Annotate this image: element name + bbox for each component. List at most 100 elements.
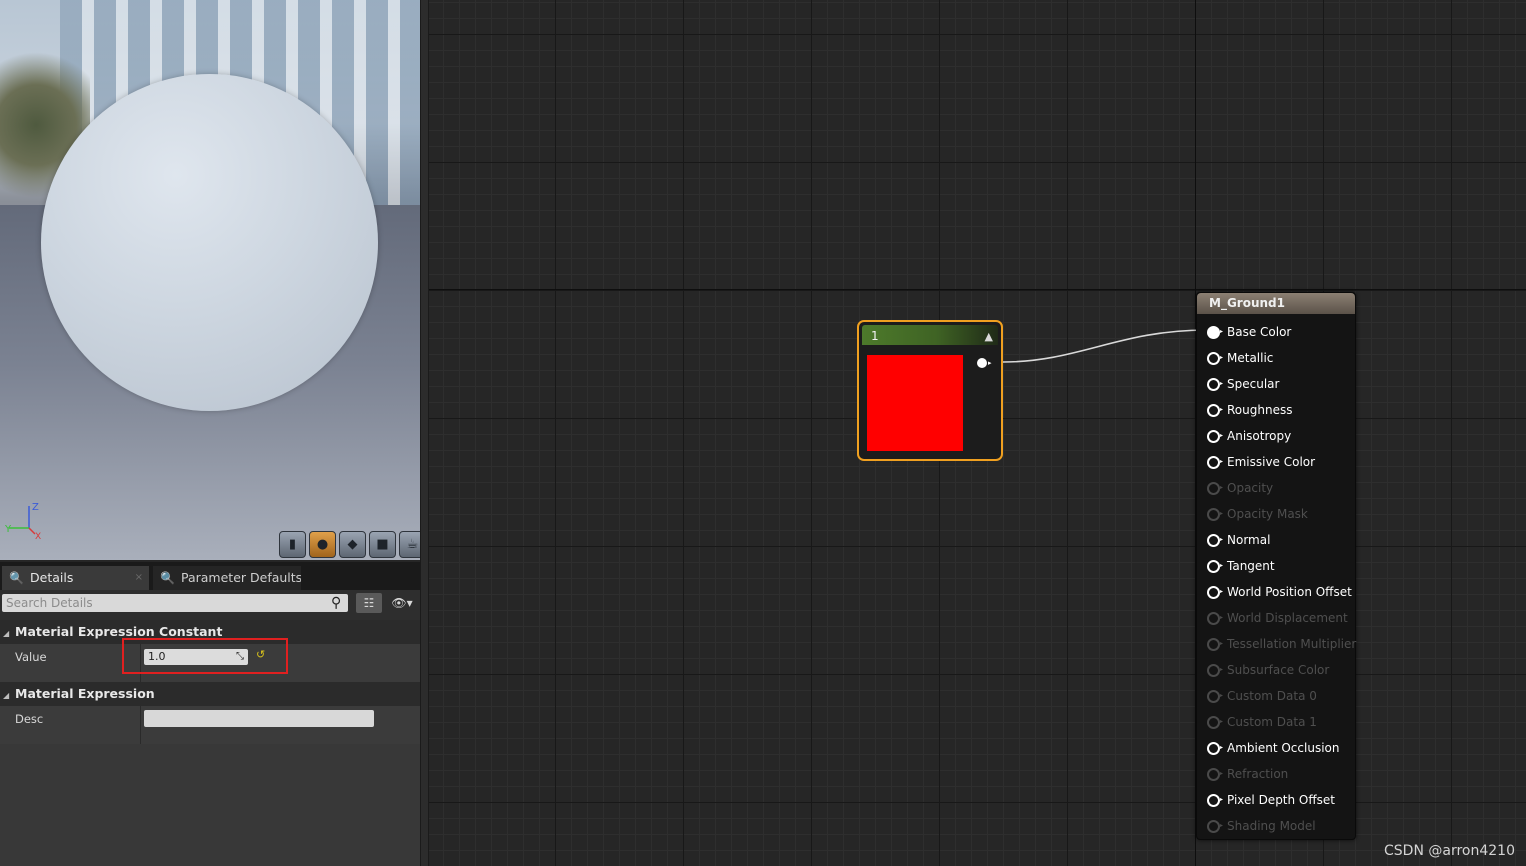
desc-text-input[interactable]	[144, 710, 374, 727]
pin-circle-icon[interactable]	[1207, 768, 1220, 781]
pin-label: Anisotropy	[1227, 429, 1292, 443]
material-result-node[interactable]: M_Ground1 ▸ Base Color ▸ Metallic ▸ Specular ▸…	[1196, 292, 1356, 840]
details-search-row: Search Details ⚲ ☷ 👁▾	[0, 590, 420, 620]
cylinder-preview-button[interactable]: ▮	[279, 531, 306, 558]
property-label-desc: Desc	[15, 712, 44, 726]
pin-arrow-icon: ▸	[1220, 354, 1224, 361]
pin-arrow-icon: ▸	[1220, 822, 1224, 829]
material-node-title: M_Ground1	[1209, 296, 1285, 310]
close-tab-icon[interactable]: ×	[135, 566, 143, 590]
tab-parameter-defaults[interactable]: 🔍 Parameter Defaults	[153, 566, 301, 590]
pin-arrow-icon: ▸	[1220, 328, 1224, 335]
category-material-expression[interactable]: ◢ Material Expression	[0, 682, 420, 706]
constant-node-header[interactable]	[862, 325, 998, 345]
pin-circle-icon[interactable]	[1207, 404, 1220, 417]
pin-arrow-icon: ▸	[1220, 666, 1224, 673]
pin-arrow-icon: ▸	[1220, 588, 1224, 595]
details-magnifier-icon: 🔍	[9, 571, 24, 585]
pin-label: Normal	[1227, 533, 1271, 547]
axis-x-label: X	[35, 532, 41, 540]
pin-arrow-icon: ▸	[1220, 432, 1224, 439]
output-pin-arrow-icon: ▸	[988, 359, 992, 367]
pin-arrow-icon: ▸	[1220, 692, 1224, 699]
pin-circle-icon[interactable]	[1207, 716, 1220, 729]
pin-label: Refraction	[1227, 767, 1289, 781]
pin-arrow-icon: ▸	[1220, 770, 1224, 777]
pin-circle-icon[interactable]	[1207, 820, 1220, 833]
pin-label: Emissive Color	[1227, 455, 1316, 469]
pin-label: World Displacement	[1227, 611, 1348, 625]
pin-label: Ambient Occlusion	[1227, 741, 1340, 755]
pin-label: Base Color	[1227, 325, 1292, 339]
sphere-icon: ●	[316, 537, 329, 552]
pin-circle-icon[interactable]	[1207, 352, 1220, 365]
collapse-arrow-icon: ◢	[3, 629, 10, 638]
cube-icon: ■	[376, 537, 389, 552]
pin-circle-icon[interactable]	[1207, 664, 1220, 677]
pin-arrow-icon: ▸	[1220, 484, 1224, 491]
pin-circle-icon[interactable]	[1207, 560, 1220, 573]
annotation-highlight-box	[122, 638, 288, 674]
pin-arrow-icon: ▸	[1220, 796, 1224, 803]
pin-circle-icon[interactable]	[1207, 326, 1220, 339]
pin-label: Custom Data 1	[1227, 715, 1317, 729]
pin-circle-icon[interactable]	[1207, 482, 1220, 495]
pin-arrow-icon: ▸	[1220, 640, 1224, 647]
pin-circle-icon[interactable]	[1207, 508, 1220, 521]
teapot-preview-button[interactable]: ☕	[399, 531, 420, 558]
cube-preview-button[interactable]: ■	[369, 531, 396, 558]
pin-circle-icon[interactable]	[1207, 378, 1220, 391]
tab-details-label: Details	[30, 570, 74, 585]
pin-circle-icon[interactable]	[1207, 794, 1220, 807]
constant-node-title: 1	[871, 329, 879, 343]
tab-parameter-defaults-label: Parameter Defaults	[181, 570, 301, 585]
details-panel: 🔍 Details × 🔍 Parameter Defaults Search …	[0, 562, 420, 866]
search-details-input[interactable]: Search Details ⚲	[2, 594, 348, 612]
pin-arrow-icon: ▸	[1220, 718, 1224, 725]
constant-color-preview	[867, 355, 963, 451]
preview-shape-toolbar: ▮ ● ◆ ■ ☕	[279, 531, 420, 558]
column-divider[interactable]	[140, 706, 141, 744]
sphere-preview-button[interactable]: ●	[309, 531, 336, 558]
tab-details[interactable]: 🔍 Details ×	[2, 566, 149, 590]
view-options-button[interactable]: 👁▾	[386, 593, 418, 613]
pin-arrow-icon: ▸	[1220, 458, 1224, 465]
plane-preview-button[interactable]: ◆	[339, 531, 366, 558]
pin-circle-icon[interactable]	[1207, 690, 1220, 703]
watermark: CSDN @arron4210	[1384, 843, 1515, 859]
pin-label: Custom Data 0	[1227, 689, 1317, 703]
property-matrix-button[interactable]: ☷	[356, 593, 382, 613]
pin-circle-icon[interactable]	[1207, 456, 1220, 469]
pin-arrow-icon: ▸	[1220, 614, 1224, 621]
pin-circle-icon[interactable]	[1207, 742, 1220, 755]
pin-circle-icon[interactable]	[1207, 534, 1220, 547]
pin-arrow-icon: ▸	[1220, 744, 1224, 751]
axis-y-label: Y	[5, 524, 12, 535]
pin-label: Pixel Depth Offset	[1227, 793, 1335, 807]
collapse-node-icon[interactable]: ▲	[985, 327, 993, 347]
constant-expression-node[interactable]: 1 ▲ ▸	[857, 320, 1003, 461]
axis-gizmo-icon: Z Y X	[5, 502, 41, 540]
property-label-value: Value	[15, 650, 47, 664]
pin-circle-icon[interactable]	[1207, 430, 1220, 443]
material-preview-viewport[interactable]: Z Y X ▮ ● ◆ ■ ☕	[0, 0, 420, 560]
pin-label: Shading Model	[1227, 819, 1316, 833]
pin-label: Tangent	[1227, 559, 1275, 573]
material-graph-canvas[interactable]: 1 ▲ ▸ M_Ground1 ▸ Base Color ▸ Metallic ▸ Spe…	[429, 0, 1526, 866]
property-row-desc: Desc	[0, 706, 420, 744]
parameter-magnifier-icon: 🔍	[160, 571, 175, 585]
panel-splitter[interactable]	[420, 0, 429, 866]
axis-z-label: Z	[32, 502, 39, 513]
search-icon: ⚲	[331, 595, 342, 611]
category-title: Material Expression Constant	[15, 624, 223, 639]
pin-circle-icon[interactable]	[1207, 638, 1220, 651]
pin-arrow-icon: ▸	[1220, 406, 1224, 413]
pin-arrow-icon: ▸	[1220, 562, 1224, 569]
pin-circle-icon[interactable]	[1207, 586, 1220, 599]
output-pin-icon[interactable]	[977, 358, 987, 368]
pin-label: Opacity Mask	[1227, 507, 1308, 521]
details-tab-bar: 🔍 Details × 🔍 Parameter Defaults	[0, 562, 420, 590]
pin-label: Specular	[1227, 377, 1280, 391]
pin-circle-icon[interactable]	[1207, 612, 1220, 625]
cylinder-icon: ▮	[288, 537, 297, 552]
